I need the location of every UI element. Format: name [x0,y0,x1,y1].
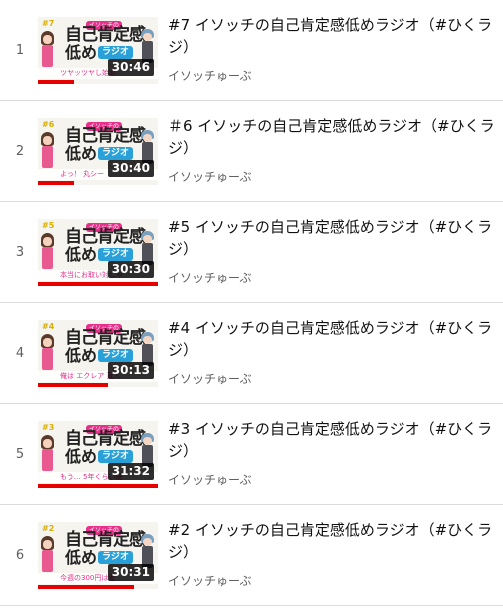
watch-progress-bar [38,585,134,589]
video-duration: 30:46 [107,59,154,76]
episode-mark: #7 [42,19,55,28]
item-index: 6 [15,547,25,563]
video-title[interactable]: #7 イソッチの自己肯定感低めラジオ（#ひくラジ） [168,14,498,58]
playlist: 1 #7 イソッチの 自己肯定感 低め ラジオ ツヤッツヤし始め 30:46 #… [0,0,503,606]
logo-word-low: 低め [65,447,98,466]
channel-name[interactable]: イソッチゅーぶ [168,168,252,185]
video-title[interactable]: ＃6 イソッチの自己肯定感低めラジオ（#ひくラジ） [168,115,498,159]
logo-word-low: 低め [65,245,98,264]
item-index: 2 [15,143,25,159]
video-thumbnail[interactable]: #6 イソッチの 自己肯定感 低め ラジオ よっ！ 丸シー 30:40 [38,118,158,185]
logo-word-low: 低め [65,548,98,567]
channel-name[interactable]: イソッチゅーぶ [168,471,252,488]
logo-radio: ラジオ [98,450,133,463]
channel-name[interactable]: イソッチゅーぶ [168,572,252,589]
playlist-item[interactable]: 5 #3 イソッチの 自己肯定感 低め ラジオ もう… 5年くらい続 31:32… [0,404,503,505]
watch-progress-bar [38,181,74,185]
logo-radio: ラジオ [98,147,133,160]
video-duration: 31:32 [107,463,154,480]
channel-name[interactable]: イソッチゅーぶ [168,269,252,286]
logo-radio: ラジオ [98,551,133,564]
logo-word: 自己肯定感 [65,227,146,247]
video-duration: 30:40 [107,160,154,177]
playlist-item[interactable]: 2 #6 イソッチの 自己肯定感 低め ラジオ よっ！ 丸シー 30:40 ＃6… [0,101,503,202]
logo-word: 自己肯定感 [65,429,146,449]
logo-radio: ラジオ [98,349,133,362]
video-thumbnail[interactable]: #4 イソッチの 自己肯定感 低め ラジオ 俺は エクレア 直人 30:13 [38,320,158,387]
video-thumbnail[interactable]: #3 イソッチの 自己肯定感 低め ラジオ もう… 5年くらい続 31:32 [38,421,158,488]
watch-progress-bar [38,383,108,387]
video-duration: 30:31 [107,564,154,581]
video-duration: 30:13 [107,362,154,379]
playlist-item[interactable]: 3 #5 イソッチの 自己肯定感 低め ラジオ 本当にお取い対しゃ 30:30 … [0,202,503,303]
girl-illustration-icon [40,31,55,69]
girl-illustration-icon [40,334,55,372]
video-thumbnail[interactable]: #5 イソッチの 自己肯定感 低め ラジオ 本当にお取い対しゃ 30:30 [38,219,158,286]
girl-illustration-icon [40,233,55,271]
episode-mark: #2 [42,524,55,533]
logo-word: 自己肯定感 [65,126,146,146]
episode-mark: #6 [42,120,55,129]
playlist-item[interactable]: 1 #7 イソッチの 自己肯定感 低め ラジオ ツヤッツヤし始め 30:46 #… [0,0,503,101]
item-index: 4 [15,345,25,361]
logo-radio: ラジオ [98,46,133,59]
logo-word-low: 低め [65,43,98,62]
episode-mark: #5 [42,221,55,230]
logo-word: 自己肯定感 [65,530,146,550]
logo-word: 自己肯定感 [65,25,146,45]
video-title[interactable]: #2 イソッチの自己肯定感低めラジオ（#ひくラジ） [168,519,498,563]
channel-name[interactable]: イソッチゅーぶ [168,370,252,387]
episode-mark: #3 [42,423,55,432]
girl-illustration-icon [40,536,55,574]
girl-illustration-icon [40,132,55,170]
video-duration: 30:30 [107,261,154,278]
playlist-item[interactable]: 4 #4 イソッチの 自己肯定感 低め ラジオ 俺は エクレア 直人 30:13… [0,303,503,404]
watch-progress-bar [38,484,158,488]
logo-radio: ラジオ [98,248,133,261]
video-thumbnail[interactable]: #2 イソッチの 自己肯定感 低め ラジオ 今週の300円は愛 30:31 [38,522,158,589]
item-index: 3 [15,244,25,260]
logo-word: 自己肯定感 [65,328,146,348]
girl-illustration-icon [40,435,55,473]
item-index: 5 [15,446,25,462]
video-thumbnail[interactable]: #7 イソッチの 自己肯定感 低め ラジオ ツヤッツヤし始め 30:46 [38,17,158,84]
watch-progress-bar [38,80,74,84]
video-title[interactable]: #5 イソッチの自己肯定感低めラジオ（#ひくラジ） [168,216,498,260]
playlist-item[interactable]: 6 #2 イソッチの 自己肯定感 低め ラジオ 今週の300円は愛 30:31 … [0,505,503,606]
watch-progress-bar [38,282,158,286]
channel-name[interactable]: イソッチゅーぶ [168,67,252,84]
item-index: 1 [15,42,25,58]
video-title[interactable]: #4 イソッチの自己肯定感低めラジオ（#ひくラジ） [168,317,498,361]
logo-word-low: 低め [65,144,98,163]
video-title[interactable]: #3 イソッチの自己肯定感低めラジオ（#ひくラジ） [168,418,498,462]
logo-word-low: 低め [65,346,98,365]
episode-mark: #4 [42,322,55,331]
